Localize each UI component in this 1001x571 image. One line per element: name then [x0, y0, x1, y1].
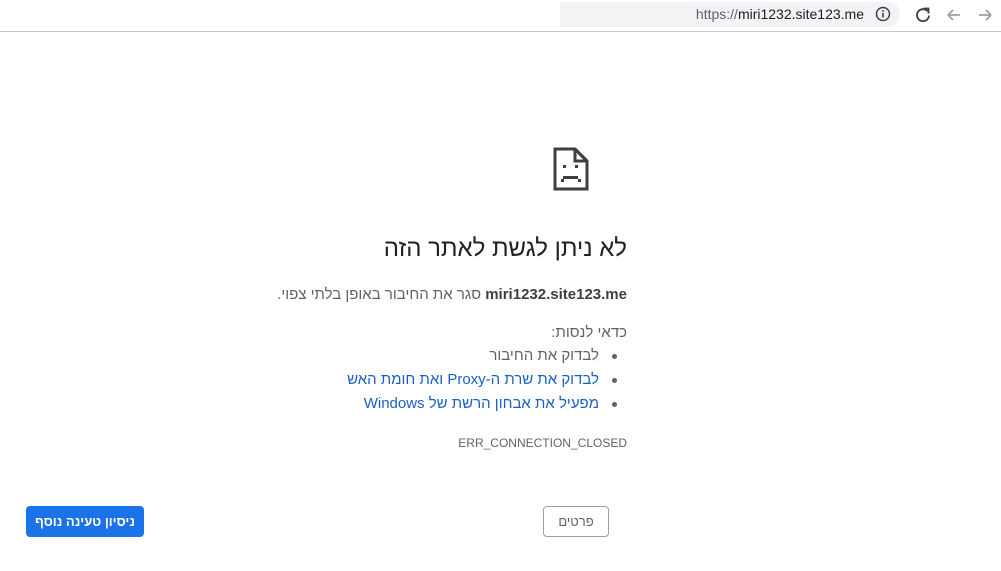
bullet [612, 354, 617, 359]
info-icon[interactable] [874, 5, 892, 23]
error-headline: לא ניתן לגשת לאתר הזה [383, 235, 627, 262]
error-subtext: miri1232.site123.me סגר את החיבור באופן … [277, 286, 627, 303]
back-arrow-icon[interactable] [943, 4, 965, 26]
suggestions-list: לבדוק את החיבור לבדוק את שרת ה-Proxy ואת… [347, 344, 627, 416]
error-host: miri1232.site123.me [485, 286, 627, 303]
reload-button[interactable]: ניסיון טעינה נוסף [26, 506, 144, 537]
error-page: לא ניתן לגשת לאתר הזה miri1232.site123.m… [0, 32, 1001, 571]
suggestion-item: מפעיל את אבחון הרשת של Windows [347, 392, 627, 416]
address-bar[interactable]: https://miri1232.site123.me [560, 2, 900, 27]
url-scheme: https:// [695, 6, 738, 22]
bullet [612, 402, 617, 407]
error-code: ERR_CONNECTION_CLOSED [458, 436, 627, 450]
suggestion-item: לבדוק את החיבור [347, 344, 627, 368]
sad-page-icon [553, 147, 589, 191]
suggestion-check-proxy-link[interactable]: לבדוק את שרת ה-Proxy ואת חומת האש [347, 371, 599, 388]
try-title: כדאי לנסות: [551, 324, 627, 341]
forward-arrow-icon[interactable] [974, 4, 996, 26]
reload-icon[interactable] [912, 4, 934, 26]
url-host: miri1232.site123.me [737, 6, 864, 22]
suggestion-item: לבדוק את שרת ה-Proxy ואת חומת האש [347, 368, 627, 392]
browser-toolbar: https://miri1232.site123.me [0, 0, 1001, 32]
error-subtext-message: סגר את החיבור באופן בלתי צפוי. [277, 286, 482, 303]
suggestion-check-connection: לבדוק את החיבור [489, 347, 599, 364]
details-button[interactable]: פרטים [543, 506, 609, 537]
url-text[interactable]: https://miri1232.site123.me [696, 6, 864, 22]
bullet [612, 378, 617, 383]
suggestion-network-diagnostics-link[interactable]: מפעיל את אבחון הרשת של Windows [364, 395, 599, 412]
